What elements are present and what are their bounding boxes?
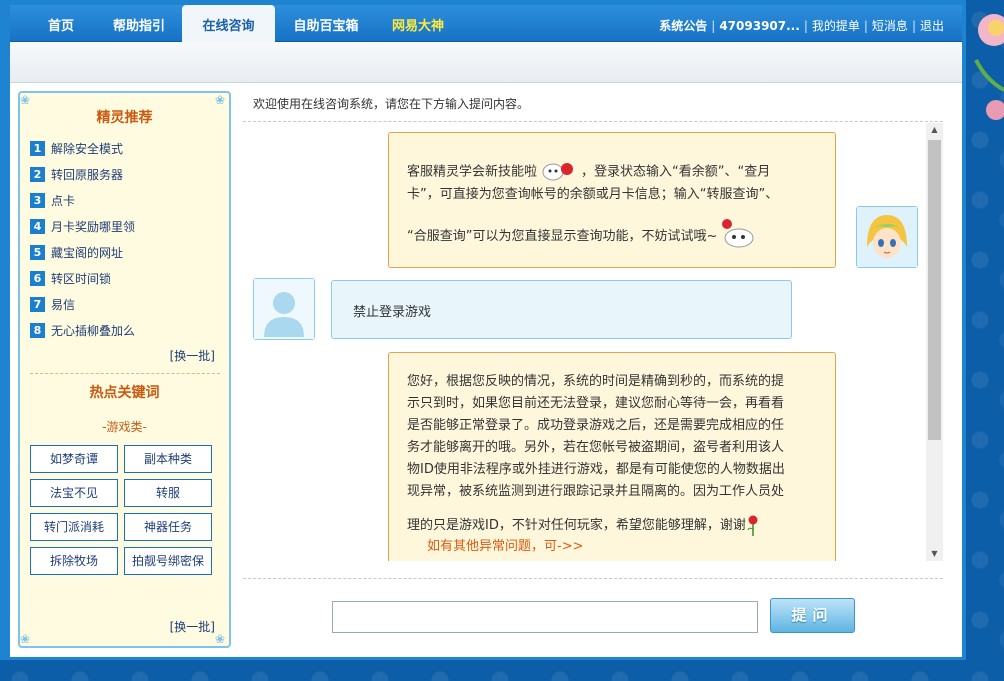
recommend-item-label: 点卡 <box>51 193 76 208</box>
sprite-icon <box>537 161 581 183</box>
message-text: 物ID使用非法程序或外挂进行游戏，都是有可能使您的人物数据出 <box>407 462 785 477</box>
scroll-up-arrow-icon[interactable]: ▲ <box>926 123 943 137</box>
number-badge: 7 <box>30 296 45 312</box>
message-text: 禁止登录游戏 <box>353 305 432 320</box>
message-text: 客服精灵学会新技能啦 <box>407 164 538 180</box>
nav-self-service-box[interactable]: 自助百宝箱 <box>282 5 370 42</box>
number-badge: 3 <box>30 192 45 208</box>
follow-up-link[interactable]: 如有其他异常问题，可->> <box>407 537 819 557</box>
message-text: 卡”，可直接为您查询帐号的余额或月卡信息；输入“转服查询”、 <box>407 186 779 202</box>
number-badge: 8 <box>30 322 45 338</box>
keyword-button[interactable]: 转服 <box>124 479 212 507</box>
recommend-list: 1 解除安全模式 2 转回原服务器 3 点卡 4 月卡奖励哪里领 5 藏宝阁的网址 6 转区… <box>30 135 220 343</box>
account-id[interactable]: 47093907... <box>719 19 799 33</box>
hot-keywords-title: 热点关键词 <box>89 385 160 401</box>
logout-link[interactable]: 退出 <box>920 19 944 33</box>
sub-bar <box>10 42 962 83</box>
corner-ornament-icon: ❀ <box>215 632 226 646</box>
recommend-item[interactable]: 5 藏宝阁的网址 <box>30 239 220 265</box>
nav-netease-dashen[interactable]: 网易大神 <box>380 5 456 42</box>
recommend-item-label: 无心插柳叠加么 <box>51 323 136 338</box>
refresh-keywords-link[interactable]: [换一批] <box>170 618 215 635</box>
sprite-icon <box>717 218 757 248</box>
keyword-button[interactable]: 神器任务 <box>124 513 212 541</box>
top-right-links: 系统公告 | 47093907... | 我的提单 | 短消息 | 退出 <box>659 19 944 33</box>
keyword-button[interactable]: 法宝不见 <box>30 479 118 507</box>
announcement-link[interactable]: 系统公告 <box>659 19 707 33</box>
keyword-button[interactable]: 副本种类 <box>124 445 212 473</box>
recommend-item-label: 转区时间锁 <box>51 271 112 286</box>
ask-button[interactable]: 提问 <box>770 598 855 633</box>
recommend-item[interactable]: 4 月卡奖励哪里领 <box>30 213 220 239</box>
user-avatar <box>253 278 315 340</box>
recommend-item[interactable]: 6 转区时间锁 <box>30 265 220 291</box>
chat-messages[interactable]: 客服精灵学会新技能啦 ，登录状态输入“看余额”、“查月 卡”，可直接为您查询帐号… <box>243 123 943 561</box>
keyword-category: -游戏类- <box>102 420 147 434</box>
user-silhouette-icon <box>254 279 314 339</box>
keyword-button[interactable]: 拆除牧场 <box>30 547 118 575</box>
chat-divider-top <box>243 121 943 122</box>
recommend-item-label: 解除安全模式 <box>51 141 124 156</box>
corner-ornament-icon: ❀ <box>20 632 31 646</box>
message-text: 是否能够正常登录了。成功登录游戏之后，还是需要完成相应的任 <box>407 418 785 433</box>
number-badge: 1 <box>30 140 45 156</box>
top-nav: 首页 帮助指引 在线咨询 自助百宝箱 网易大神 系统公告 | 47093907...… <box>10 5 962 43</box>
keyword-button[interactable]: 转门派消耗 <box>30 513 118 541</box>
message-text: 您好，根据您反映的情况，系统的时间是精确到秒的，而系统的提 <box>407 374 785 389</box>
nav-help-guide[interactable]: 帮助指引 <box>103 5 175 42</box>
rose-icon <box>746 515 760 537</box>
recommend-item[interactable]: 7 易信 <box>30 291 220 317</box>
message-text: ，登录状态输入“看余额”、“查月 <box>581 164 771 180</box>
message-text: 示只到时，如果您目前还无法登录，建议您耐心等待一会，再看看 <box>407 396 785 411</box>
system-message: 您好，根据您反映的情况，系统的时间是精确到秒的，而系统的提 示只到时，如果您目前… <box>388 352 836 561</box>
recommend-item[interactable]: 3 点卡 <box>30 187 220 213</box>
keyword-button[interactable]: 拍靓号绑密保 <box>124 547 212 575</box>
sprite-girl-icon <box>857 207 917 267</box>
user-message: 禁止登录游戏 <box>331 280 792 339</box>
left-panel: ❀ ❀ ❀ ❀ 精灵推荐 1 解除安全模式 2 转回原服务器 3 点卡 4 月卡奖励哪里… <box>18 91 231 648</box>
welcome-text: 欢迎使用在线咨询系统，请您在下方输入提问内容。 <box>253 97 530 111</box>
message-text: 现异常，被系统监测到进行跟踪记录并且隔离的。因为工作人员处 <box>407 484 785 499</box>
recommend-item[interactable]: 1 解除安全模式 <box>30 135 220 161</box>
question-input[interactable] <box>332 601 758 633</box>
recommend-item-label: 转回原服务器 <box>51 167 124 182</box>
corner-ornament-icon: ❀ <box>215 93 226 107</box>
message-text: “合服查询”可以为您直接显示查询功能，不妨试试哦~ <box>407 228 718 244</box>
recommend-item[interactable]: 8 无心插柳叠加么 <box>30 317 220 343</box>
decorative-flower-icon <box>974 14 1004 120</box>
number-badge: 2 <box>30 166 45 182</box>
messages-link[interactable]: 短消息 <box>872 19 908 33</box>
recommend-item-label: 易信 <box>51 297 76 312</box>
bot-avatar <box>856 206 918 268</box>
chat-divider-bottom <box>243 578 943 579</box>
main-content: ❀ ❀ ❀ ❀ 精灵推荐 1 解除安全模式 2 转回原服务器 3 点卡 4 月卡奖励哪里… <box>10 83 962 657</box>
refresh-recommend-link[interactable]: [换一批] <box>170 347 215 364</box>
nav-online-consult[interactable]: 在线咨询 <box>182 5 275 43</box>
panel-divider <box>30 373 220 374</box>
scroll-thumb[interactable] <box>928 140 941 440</box>
scroll-down-arrow-icon[interactable]: ▼ <box>926 547 943 561</box>
recommend-title: 精灵推荐 <box>96 110 153 126</box>
recommend-item[interactable]: 2 转回原服务器 <box>30 161 220 187</box>
system-message: 客服精灵学会新技能啦 ，登录状态输入“看余额”、“查月 卡”，可直接为您查询帐号… <box>388 132 836 268</box>
message-text: 务才能够离开的哦。另外，若在您帐号被盗期间，盗号者利用该人 <box>407 440 785 455</box>
nav-home[interactable]: 首页 <box>32 5 90 42</box>
keyword-button[interactable]: 如梦奇谭 <box>30 445 118 473</box>
number-badge: 6 <box>30 270 45 286</box>
my-tickets-link[interactable]: 我的提单 <box>812 19 860 33</box>
recommend-item-label: 藏宝阁的网址 <box>51 245 124 260</box>
number-badge: 4 <box>30 218 45 234</box>
corner-ornament-icon: ❀ <box>20 93 31 107</box>
message-text: 理的只是游戏ID，不针对任何玩家，希望您能够理解，谢谢 <box>407 518 746 533</box>
recommend-item-label: 月卡奖励哪里领 <box>51 219 136 234</box>
chat-scrollbar[interactable]: ▲ ▼ <box>926 123 943 561</box>
number-badge: 5 <box>30 244 45 260</box>
